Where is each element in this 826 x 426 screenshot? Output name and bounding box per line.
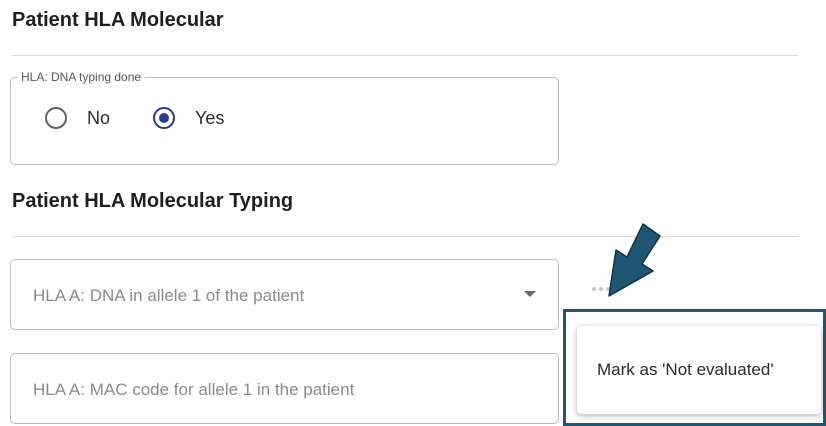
context-menu: Mark as 'Not evaluated' [577, 326, 821, 414]
allele1-dna-select[interactable]: HLA A: DNA in allele 1 of the patient [10, 259, 559, 330]
arrow-pointer-icon [608, 223, 661, 297]
dna-typing-legend: HLA: DNA typing done [17, 70, 146, 84]
radio-no-label: No [87, 107, 111, 128]
radio-no-icon[interactable] [45, 107, 67, 129]
section-title-patient-hla-molecular-typing: Patient HLA Molecular Typing [12, 190, 294, 212]
section-title-patient-hla-molecular: Patient HLA Molecular [12, 9, 224, 31]
allele1-mac-code-input[interactable]: HLA A: MAC code for allele 1 in the pati… [10, 353, 559, 424]
dna-typing-radio-group: HLA: DNA typing done No Yes [10, 70, 559, 165]
section-divider [12, 236, 798, 237]
menu-item-mark-not-evaluated[interactable]: Mark as 'Not evaluated' [597, 360, 774, 380]
allele1-mac-placeholder: HLA A: MAC code for allele 1 in the pati… [33, 380, 355, 399]
form-page: Patient HLA Molecular HLA: DNA typing do… [0, 0, 826, 426]
radio-option-no[interactable]: No [45, 107, 110, 129]
radio-yes-label: Yes [195, 107, 225, 128]
section-divider [12, 55, 798, 56]
chevron-down-icon[interactable] [524, 291, 536, 297]
radio-yes-checked-icon[interactable] [153, 107, 175, 129]
radio-option-yes[interactable]: Yes [153, 107, 224, 129]
allele1-dna-placeholder: HLA A: DNA in allele 1 of the patient [33, 286, 305, 305]
